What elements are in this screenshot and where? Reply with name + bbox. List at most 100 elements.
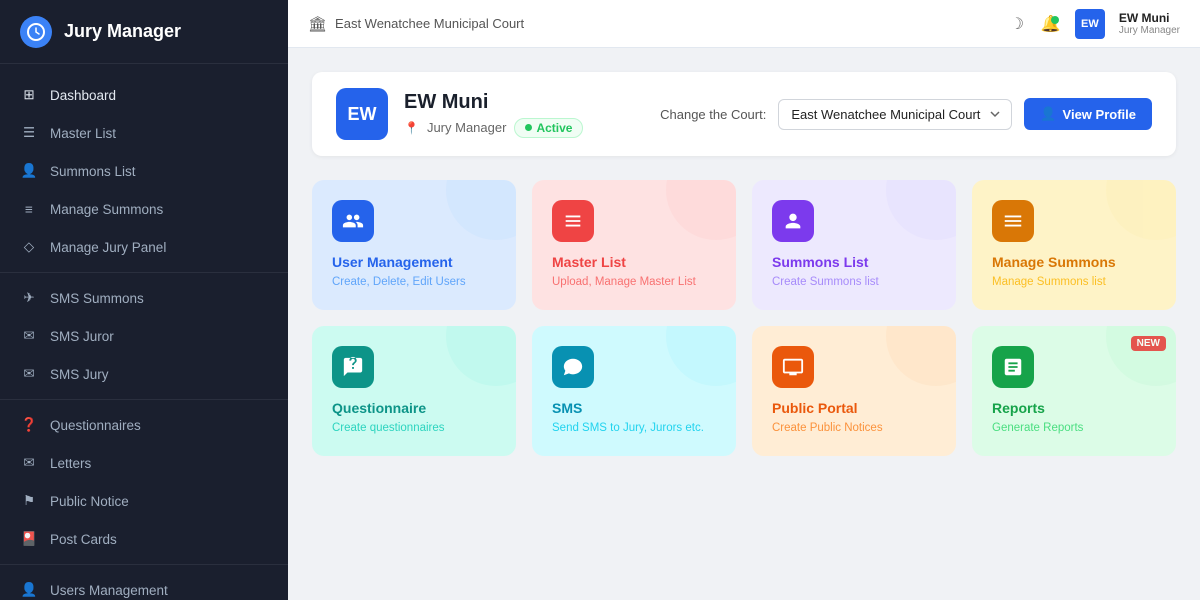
sms-summons-icon: ✈ (20, 289, 38, 307)
profile-left: EW EW Muni 📍 Jury Manager Active (336, 88, 583, 140)
reports-card-icon-wrap (992, 346, 1034, 388)
sidebar-item-users-management[interactable]: 👤 Users Management (0, 571, 288, 600)
sidebar-item-summons-list[interactable]: 👤 Summons List (0, 152, 288, 190)
card-user-management[interactable]: User Management Create, Delete, Edit Use… (312, 180, 516, 310)
sidebar-item-sms-summons[interactable]: ✈ SMS Summons (0, 279, 288, 317)
view-profile-button[interactable]: 👤 View Profile (1024, 98, 1152, 130)
active-dot (525, 124, 532, 131)
profile-info: EW Muni 📍 Jury Manager Active (404, 91, 583, 138)
content-area: EW EW Muni 📍 Jury Manager Active Change (288, 48, 1200, 600)
card-desc: Create questionnaires (332, 420, 496, 436)
sidebar-item-label: Dashboard (50, 88, 116, 103)
profile-role-text: Jury Manager (427, 120, 506, 135)
sidebar-item-label: Manage Summons (50, 202, 163, 217)
questionnaires-icon: ❓ (20, 416, 38, 434)
card-master-list[interactable]: Master List Upload, Manage Master List (532, 180, 736, 310)
notification-icon-wrap[interactable]: 🔔 (1041, 14, 1061, 34)
profile-header: EW EW Muni 📍 Jury Manager Active Change (312, 72, 1176, 156)
nav-divider-1 (0, 272, 288, 273)
sidebar-item-label: Public Notice (50, 494, 129, 509)
sidebar-item-master-list[interactable]: ☰ Master List (0, 114, 288, 152)
profile-role: 📍 Jury Manager Active (404, 118, 583, 138)
topbar-userinfo: EW Muni Jury Manager (1119, 11, 1180, 36)
moon-icon: ☽ (1007, 14, 1027, 34)
sidebar-item-label: SMS Juror (50, 329, 114, 344)
summons-list-card-icon-wrap (772, 200, 814, 242)
sidebar-item-dashboard[interactable]: ⊞ Dashboard (0, 76, 288, 114)
sidebar-item-public-notice[interactable]: ⚑ Public Notice (0, 482, 288, 520)
topbar-avatar: EW (1075, 9, 1105, 39)
profile-name: EW Muni (404, 91, 583, 114)
active-badge: Active (514, 118, 583, 138)
users-management-icon: 👤 (20, 581, 38, 599)
sidebar-item-sms-jury[interactable]: ✉ SMS Jury (0, 355, 288, 393)
card-bg-shape (1096, 326, 1176, 411)
sidebar-title: Jury Manager (64, 21, 181, 42)
nav-divider-3 (0, 564, 288, 565)
card-questionnaire[interactable]: Questionnaire Create questionnaires (312, 326, 516, 456)
sidebar-item-post-cards[interactable]: 🎴 Post Cards (0, 520, 288, 558)
manage-summons-card-icon-wrap (992, 200, 1034, 242)
sidebar-item-questionnaires[interactable]: ❓ Questionnaires (0, 406, 288, 444)
view-profile-label: View Profile (1063, 107, 1136, 122)
court-select[interactable]: East Wenatchee Municipal Court (778, 99, 1012, 130)
manage-summons-icon: ≡ (20, 200, 38, 218)
card-bg-shape (656, 180, 736, 265)
sms-juror-icon: ✉ (20, 327, 38, 345)
nav-divider-2 (0, 399, 288, 400)
topbar: 🏛 East Wenatchee Municipal Court ☽ 🔔 EW … (288, 0, 1200, 48)
sidebar-item-label: Master List (50, 126, 116, 141)
sidebar-item-label: Manage Jury Panel (50, 240, 166, 255)
sidebar-item-label: Post Cards (50, 532, 117, 547)
change-court-label: Change the Court: (660, 107, 766, 122)
topbar-actions: ☽ 🔔 EW EW Muni Jury Manager (1007, 9, 1180, 39)
card-bg-shape (436, 326, 516, 411)
sidebar-item-sms-juror[interactable]: ✉ SMS Juror (0, 317, 288, 355)
sidebar-item-label: SMS Summons (50, 291, 144, 306)
master-list-card-icon-wrap (552, 200, 594, 242)
sidebar-item-manage-summons[interactable]: ≡ Manage Summons (0, 190, 288, 228)
master-list-icon: ☰ (20, 124, 38, 142)
card-bg-shape (656, 326, 736, 411)
cards-grid: User Management Create, Delete, Edit Use… (312, 180, 1176, 456)
moon-icon-wrap[interactable]: ☽ (1007, 14, 1027, 34)
card-desc: Create, Delete, Edit Users (332, 274, 496, 290)
card-summons-list[interactable]: Summons List Create Summons list (752, 180, 956, 310)
sms-jury-icon: ✉ (20, 365, 38, 383)
post-cards-icon: 🎴 (20, 530, 38, 548)
card-bg-shape (436, 180, 516, 265)
active-text: Active (536, 121, 572, 135)
sms-card-icon-wrap (552, 346, 594, 388)
public-portal-card-icon-wrap (772, 346, 814, 388)
manage-jury-panel-icon: ◇ (20, 238, 38, 256)
profile-avatar-text: EW (348, 104, 377, 125)
card-bg-shape (1096, 180, 1176, 265)
sidebar-item-letters[interactable]: ✉ Letters (0, 444, 288, 482)
court-building-icon: 🏛 (308, 15, 327, 33)
public-notice-icon: ⚑ (20, 492, 38, 510)
profile-right: Change the Court: East Wenatchee Municip… (660, 98, 1152, 130)
main-content: 🏛 East Wenatchee Municipal Court ☽ 🔔 EW … (288, 0, 1200, 600)
letters-icon: ✉ (20, 454, 38, 472)
card-desc: Create Summons list (772, 274, 936, 290)
sidebar-item-label: Users Management (50, 583, 168, 598)
card-bg-shape (876, 326, 956, 411)
sidebar-nav: ⊞ Dashboard ☰ Master List 👤 Summons List… (0, 64, 288, 600)
sidebar-item-label: Summons List (50, 164, 136, 179)
sidebar-logo (20, 16, 52, 48)
card-desc: Manage Summons list (992, 274, 1156, 290)
sidebar-item-manage-jury-panel[interactable]: ◇ Manage Jury Panel (0, 228, 288, 266)
sidebar-item-label: Letters (50, 456, 91, 471)
card-desc: Send SMS to Jury, Jurors etc. (552, 420, 716, 436)
questionnaire-card-icon-wrap (332, 346, 374, 388)
sidebar-item-label: Questionnaires (50, 418, 141, 433)
card-reports[interactable]: NEW Reports Generate Reports (972, 326, 1176, 456)
card-bg-shape (876, 180, 956, 265)
card-public-portal[interactable]: Public Portal Create Public Notices (752, 326, 956, 456)
card-sms[interactable]: SMS Send SMS to Jury, Jurors etc. (532, 326, 736, 456)
card-manage-summons[interactable]: Manage Summons Manage Summons list (972, 180, 1176, 310)
card-desc: Create Public Notices (772, 420, 936, 436)
topbar-role: Jury Manager (1119, 25, 1180, 36)
topbar-username: EW Muni (1119, 11, 1170, 25)
topbar-breadcrumb: 🏛 East Wenatchee Municipal Court (308, 15, 524, 33)
